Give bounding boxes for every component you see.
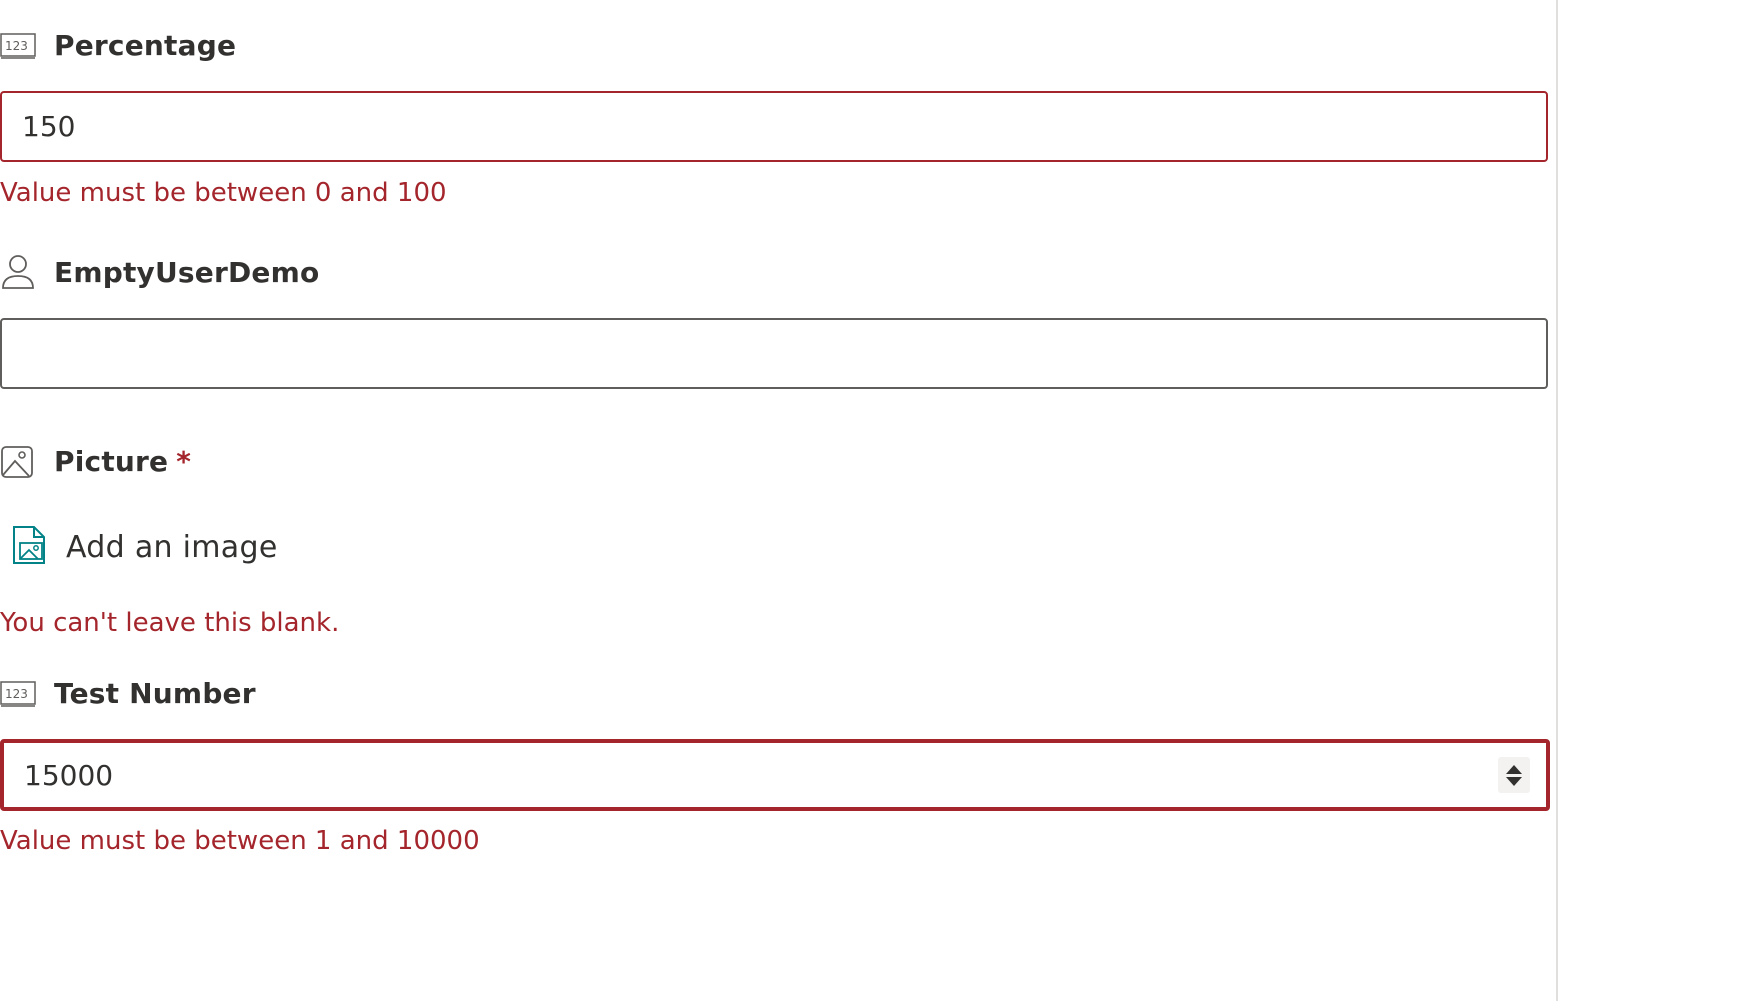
test-number-input-wrapper (0, 739, 1550, 811)
test-number-input[interactable] (0, 739, 1550, 811)
add-image-label: Add an image (66, 529, 278, 565)
add-image-button[interactable]: Add an image (10, 523, 278, 571)
percentage-label: Percentage (54, 29, 237, 62)
image-icon (0, 443, 38, 481)
person-icon (0, 254, 38, 292)
number-spinner[interactable] (1498, 757, 1530, 793)
picture-error-message: You can't leave this blank. (0, 608, 340, 638)
required-marker: * (176, 445, 191, 478)
percentage-error-message: Value must be between 0 and 100 (0, 178, 447, 208)
edit-form: 123 Percentage Value must be between 0 a… (0, 0, 1757, 1001)
empty-user-label: EmptyUserDemo (54, 256, 320, 289)
number-icon: 123 (0, 675, 38, 713)
test-number-error-message: Value must be between 1 and 10000 (0, 826, 480, 856)
picture-label: Picture (54, 445, 169, 478)
empty-user-input[interactable] (0, 318, 1548, 389)
test-number-label: Test Number (54, 677, 256, 710)
percentage-input[interactable] (0, 91, 1548, 162)
picture-field-header: Picture * (0, 442, 191, 482)
add-image-icon (10, 525, 48, 569)
increment-arrow-icon[interactable] (1506, 764, 1522, 774)
number-icon-text: 123 (5, 687, 28, 701)
test-number-field-header: 123 Test Number (0, 674, 256, 714)
number-icon: 123 (0, 27, 38, 65)
percentage-field-header: 123 Percentage (0, 26, 236, 66)
decrement-arrow-icon[interactable] (1506, 776, 1522, 786)
panel-divider (1556, 0, 1558, 1001)
number-icon-text: 123 (5, 39, 28, 53)
empty-user-field-header: EmptyUserDemo (0, 253, 319, 293)
